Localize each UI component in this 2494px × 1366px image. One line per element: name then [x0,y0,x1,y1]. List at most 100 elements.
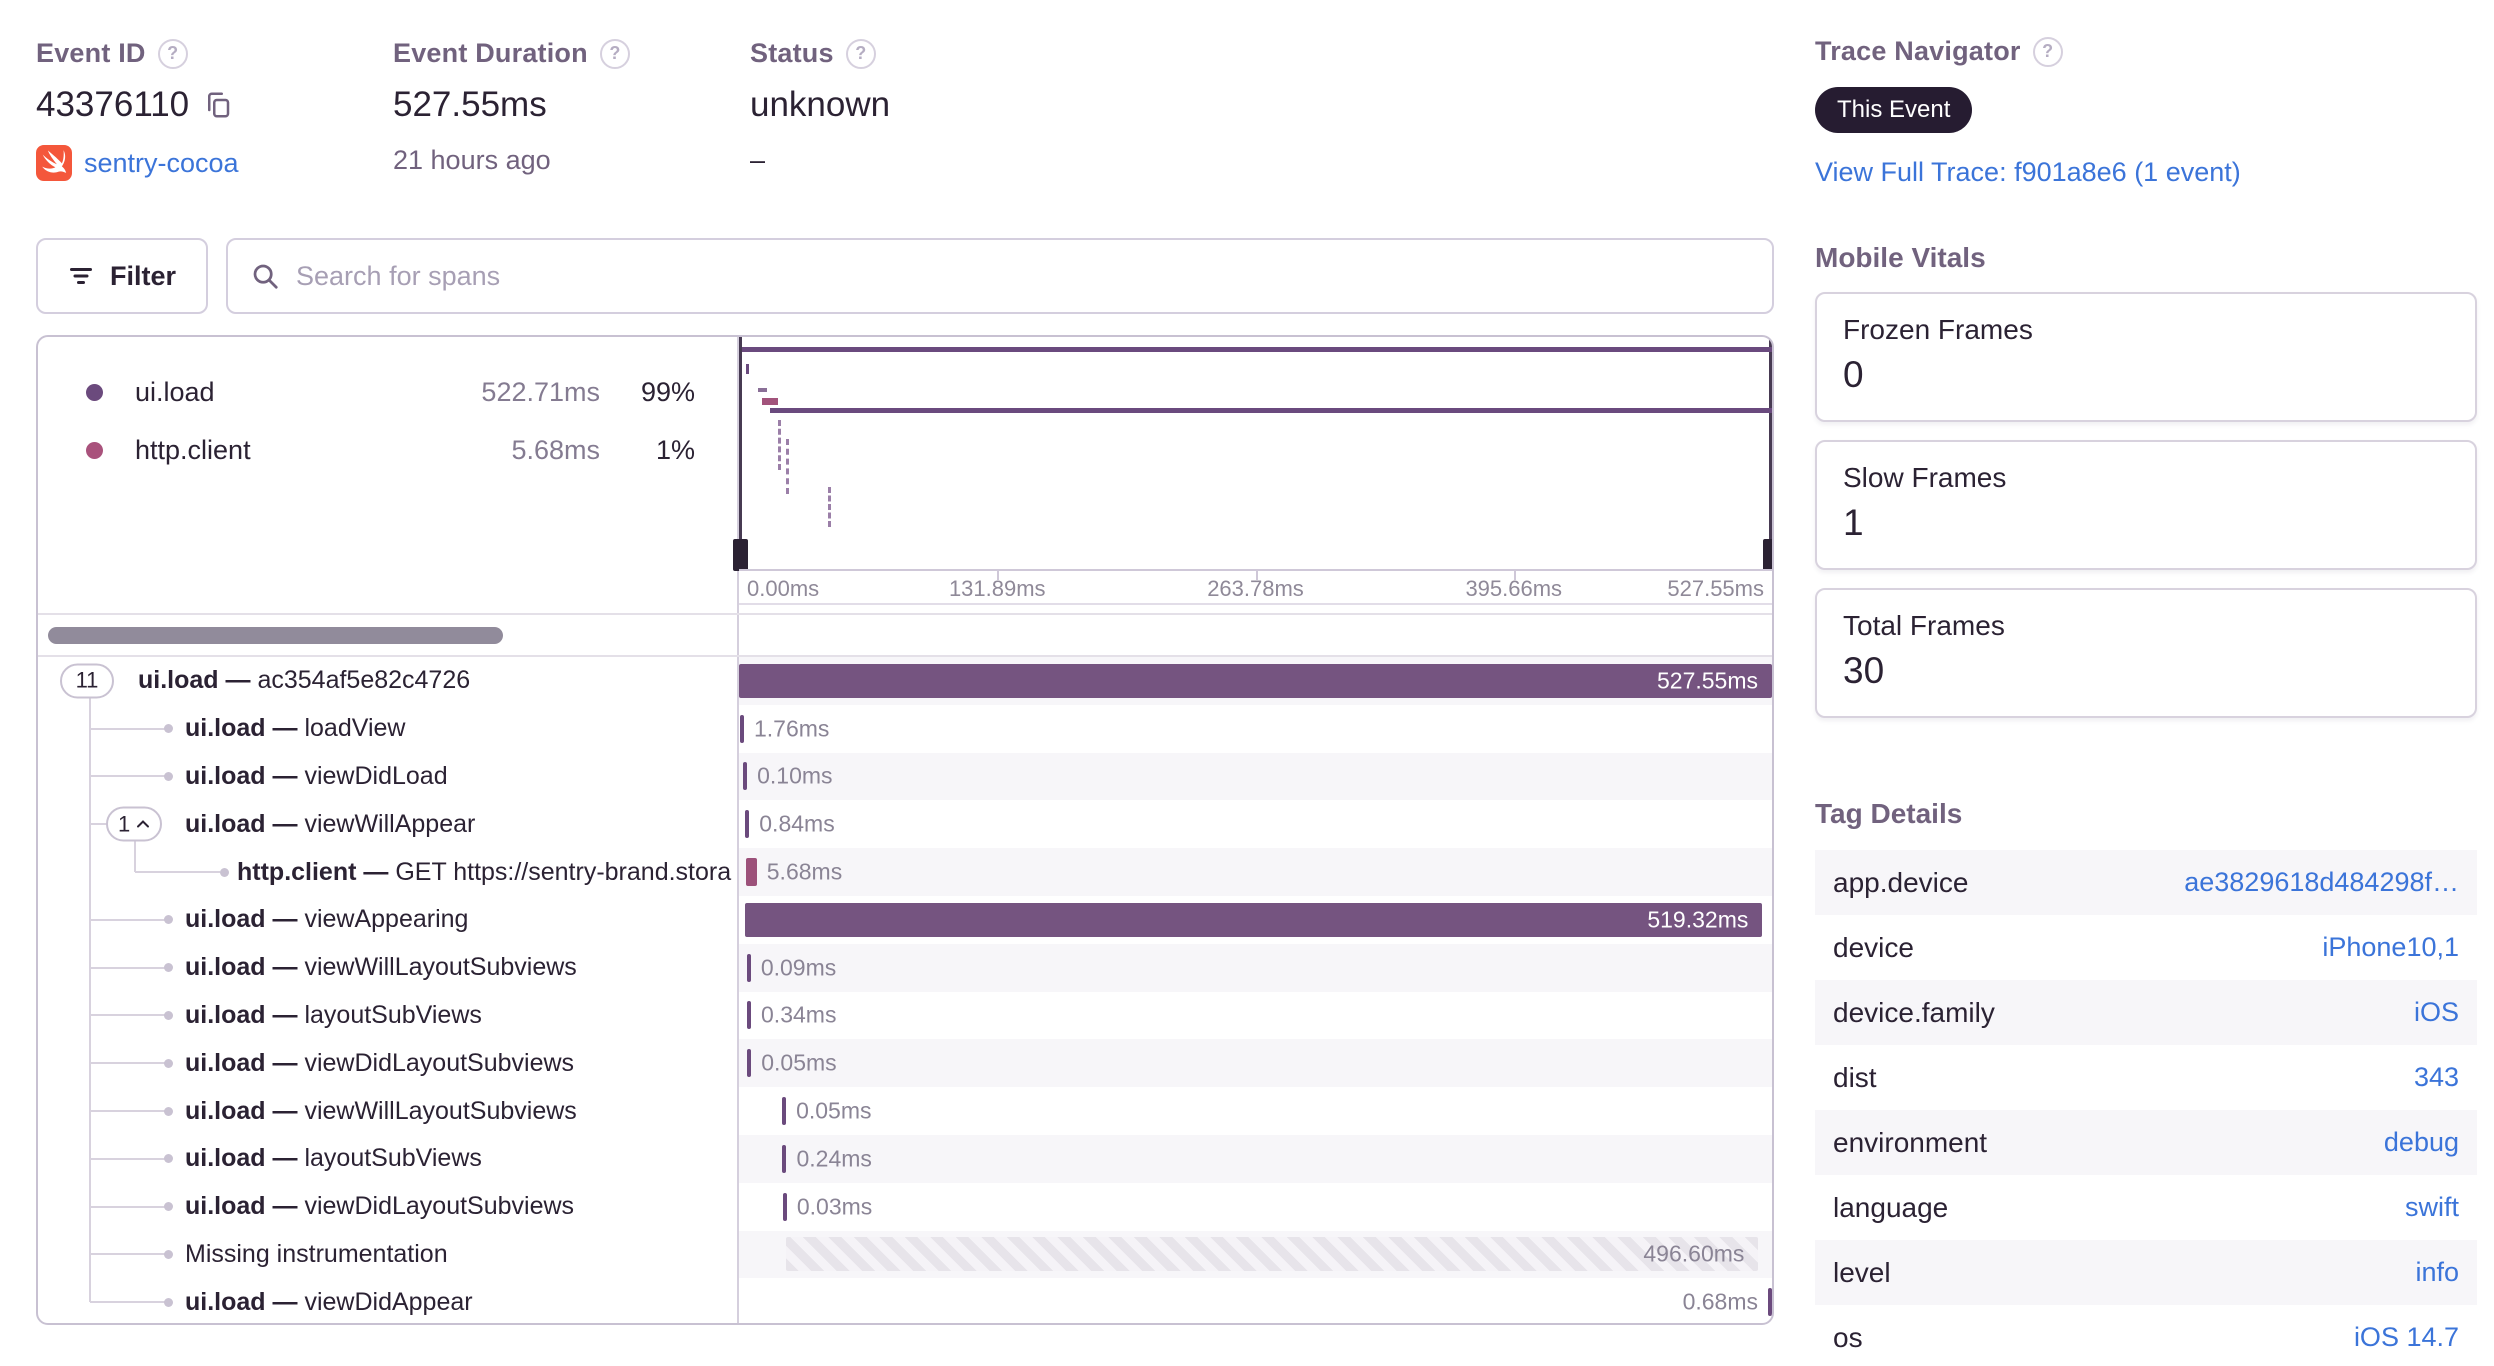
tag-value-link[interactable]: info [2415,1257,2459,1288]
tag-value-link[interactable]: debug [2384,1127,2459,1158]
view-full-trace-link[interactable]: View Full Trace: f901a8e6 (1 event) [1815,157,2477,188]
tag-value-link[interactable]: iOS 14.7 [2354,1322,2459,1353]
span-tree-cell[interactable]: ui.load — viewAppearing [38,895,739,944]
span-duration-bar[interactable] [782,1192,787,1221]
horizontal-scrollbar-thumb[interactable] [48,627,503,644]
span-duration-bar[interactable] [1768,1288,1772,1317]
span-duration-bar[interactable] [747,1049,752,1078]
tag-value-link[interactable]: ae3829618d484298f… [2184,867,2459,898]
span-bar-cell[interactable]: 1.76ms [739,705,1772,753]
span-row[interactable]: 11 ui.load — ac354af5e82c4726 527.55ms [38,657,1772,705]
span-row[interactable]: ui.load — viewWillLayoutSubviews 0.05ms [38,1087,1772,1135]
span-row[interactable]: ui.load — viewDidLayoutSubviews 0.03ms [38,1182,1772,1231]
tree-connector [90,1205,168,1208]
span-duration-bar[interactable] [739,714,744,743]
span-bar-cell[interactable]: 0.05ms [739,1039,1772,1088]
tag-value-link[interactable]: iPhone10,1 [2322,932,2459,963]
trace-minimap[interactable] [733,337,1772,571]
help-icon[interactable]: ? [599,38,630,69]
span-tree-cell[interactable]: http.client — GET https://sentry-brand.s… [38,848,739,896]
span-bar-cell[interactable]: 527.55ms [739,657,1772,705]
span-bar-cell[interactable]: 496.60ms [739,1230,1772,1279]
span-tree-cell[interactable]: ui.load — viewWillLayoutSubviews [38,1087,739,1135]
span-duration-label: 5.68ms [766,858,843,885]
mobile-vitals-cards: Frozen Frames 0 Slow Frames 1 Total Frames… [1815,292,2477,718]
span-tree-cell[interactable]: ui.load — loadView [38,704,739,753]
span-description: ui.load — viewWillAppear [185,809,476,838]
span-children-pill[interactable]: 11 [60,663,114,699]
help-icon[interactable]: ? [845,38,876,69]
project-link[interactable]: sentry-cocoa [84,148,239,179]
span-bar-cell[interactable]: 519.32ms [739,896,1772,944]
span-row[interactable]: ui.load — loadView 1.76ms [38,704,1772,753]
span-duration-bar[interactable] [743,762,748,791]
tree-connector [90,1062,168,1065]
tree-node-dot [164,724,173,734]
span-row[interactable]: ui.load — viewDidAppear 0.68ms [38,1278,1772,1323]
span-tree-cell[interactable]: ui.load — layoutSubViews [38,991,739,1040]
minimap-right-edge [1769,337,1772,569]
vital-value: 0 [1843,354,1864,395]
tag-value-link[interactable]: iOS [2414,997,2459,1028]
filter-button[interactable]: Filter [36,238,209,314]
span-tree-cell[interactable]: ui.load — layoutSubViews [38,1134,739,1183]
span-row[interactable]: 1 ui.load — viewWillAppear 0.84ms [38,800,1772,849]
span-bar-cell[interactable]: 5.68ms [739,848,1772,896]
span-bar-cell[interactable]: 0.10ms [739,752,1772,801]
span-duration-bar[interactable] [745,858,757,887]
tag-value-link[interactable]: 343 [2414,1062,2459,1093]
span-row[interactable]: Missing instrumentation 496.60ms [38,1230,1772,1279]
help-icon[interactable]: ? [2032,36,2063,67]
event-id-value: 43376110 [36,85,190,124]
span-children-pill[interactable]: 1 [106,806,163,842]
span-duration-bar[interactable] [747,1001,752,1030]
span-tree-cell[interactable]: Missing instrumentation [38,1230,739,1279]
op-color-dot [86,441,103,459]
span-row[interactable]: ui.load — viewWillLayoutSubviews 0.09ms [38,943,1772,992]
span-bar-cell[interactable]: 0.09ms [739,943,1772,992]
span-tree-cell[interactable]: ui.load — viewDidLayoutSubviews [38,1039,739,1088]
minimap-right-handle[interactable] [1763,539,1772,571]
span-row[interactable]: ui.load — layoutSubViews 0.24ms [38,1134,1772,1183]
span-duration-bar[interactable] [746,953,751,982]
tag-value-link[interactable]: swift [2405,1192,2459,1223]
toolbar: Filter [36,238,1774,314]
span-row[interactable]: http.client — GET https://sentry-brand.s… [38,848,1772,896]
tag-key: os [1833,1321,1863,1353]
tag-row-device: device iPhone10,1 [1815,915,2477,980]
span-row[interactable]: ui.load — layoutSubViews 0.34ms [38,991,1772,1040]
span-duration-bar[interactable] [739,663,1772,698]
tree-connector [90,1110,168,1113]
span-tree-cell[interactable]: 1 ui.load — viewWillAppear [38,800,739,849]
span-bar-cell[interactable]: 0.05ms [739,1087,1772,1135]
span-bar-cell[interactable]: 0.68ms [739,1278,1772,1323]
search-input[interactable] [296,260,1750,292]
legend-row-http.client: http.client 5.68ms 1% [38,421,737,479]
span-bar-cell[interactable]: 0.34ms [739,992,1772,1040]
span-bar-cell[interactable]: 0.03ms [739,1183,1772,1231]
copy-icon[interactable] [203,90,233,120]
tree-connector [90,1253,168,1256]
span-row[interactable]: ui.load — viewAppearing 519.32ms [38,895,1772,944]
missing-instrumentation-bar[interactable] [785,1237,1759,1272]
span-duration-bar[interactable] [782,1097,787,1126]
span-duration-label: 496.60ms [1643,1240,1745,1267]
span-tree-cell[interactable]: ui.load — viewDidLayoutSubviews [38,1182,739,1231]
span-row[interactable]: ui.load — viewDidLayoutSubviews 0.05ms [38,1039,1772,1088]
span-tree-cell[interactable]: 11 ui.load — ac354af5e82c4726 [38,657,739,705]
span-row[interactable]: ui.load — viewDidLoad 0.10ms [38,752,1772,801]
minimap-span-mark [786,439,789,494]
minimap-span-mark [746,364,749,374]
minimap-left-handle[interactable] [733,539,748,571]
span-tree-cell[interactable]: ui.load — viewDidLoad [38,752,739,801]
help-icon[interactable]: ? [157,38,188,69]
op-percent: 99% [640,376,695,407]
span-bar-cell[interactable]: 0.24ms [739,1134,1772,1183]
span-description: Missing instrumentation [185,1239,448,1268]
span-duration-bar[interactable] [745,902,1763,937]
span-duration-bar[interactable] [745,810,750,839]
span-bar-cell[interactable]: 0.84ms [739,800,1772,848]
span-tree-cell[interactable]: ui.load — viewWillLayoutSubviews [38,943,739,992]
span-duration-bar[interactable] [782,1144,787,1173]
span-tree-cell[interactable]: ui.load — viewDidAppear [38,1278,739,1323]
